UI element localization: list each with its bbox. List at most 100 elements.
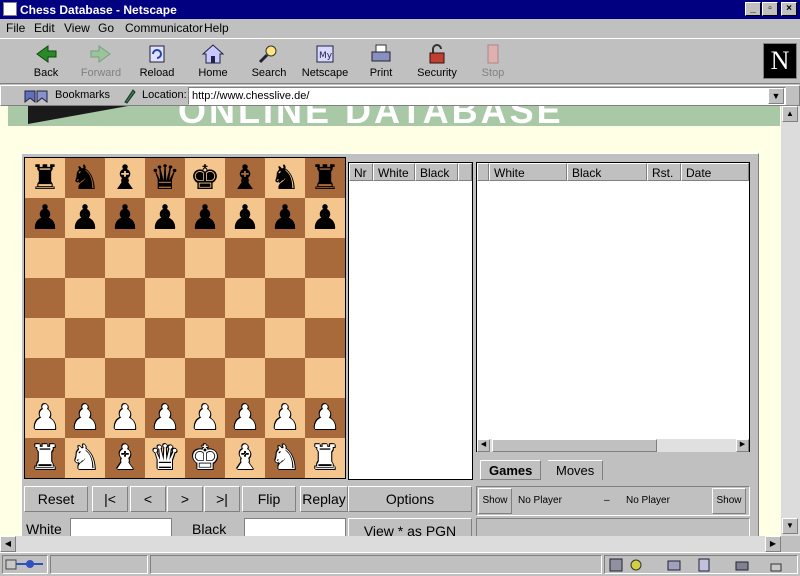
chess-board[interactable]: ♜ ♞ ♝ ♛ ♚ ♝ ♞ ♜ ♟ ♟ ♟ ♟ ♟ ♟ ♟ ♟ ♟ ♟ ♟ ♟ ♟ ♟ ♟ ♟ ♜ ♞ ♝ ♛ ♚ ♝ ♞ ♜ (24, 157, 346, 479)
menu-go[interactable]: Go (98, 21, 114, 35)
connection-status[interactable] (2, 555, 48, 574)
board-square[interactable] (25, 238, 65, 278)
board-square[interactable]: ♝ (225, 438, 265, 478)
scroll-up-button[interactable]: ▲ (782, 106, 798, 122)
replay-button[interactable]: Replay (300, 486, 348, 512)
reset-button[interactable]: Reset (24, 486, 88, 512)
white-player-field[interactable] (70, 518, 172, 536)
chess-piece[interactable]: ♛ (145, 438, 185, 478)
chess-piece[interactable]: ♟ (25, 398, 65, 438)
search-button[interactable]: Search (243, 41, 295, 83)
board-square[interactable] (65, 278, 105, 318)
bookmarks-icon[interactable] (23, 88, 49, 107)
board-square[interactable] (225, 278, 265, 318)
menu-edit[interactable]: Edit (34, 21, 55, 35)
home-button[interactable]: Home (187, 41, 239, 83)
page-horizontal-scrollbar[interactable]: ◀ ▶ (0, 536, 781, 552)
board-square[interactable] (185, 238, 225, 278)
maximize-button[interactable]: ▫ (762, 2, 778, 16)
menu-communicator[interactable]: Communicator (125, 21, 203, 35)
board-square[interactable] (265, 358, 305, 398)
reload-button[interactable]: Reload (131, 41, 183, 83)
print-button[interactable]: Print (355, 41, 407, 83)
board-square[interactable] (145, 238, 185, 278)
board-square[interactable]: ♟ (225, 198, 265, 238)
bookmarks-label[interactable]: Bookmarks (55, 89, 110, 101)
board-square[interactable]: ♜ (25, 158, 65, 198)
scroll-left-button[interactable]: ◀ (477, 439, 490, 452)
column-header-black[interactable]: Black (567, 163, 647, 181)
chess-piece[interactable]: ♝ (225, 158, 265, 198)
board-square[interactable]: ♝ (225, 158, 265, 198)
board-square[interactable]: ♛ (145, 438, 185, 478)
board-square[interactable] (105, 278, 145, 318)
column-header-result[interactable]: Rst. (647, 163, 681, 181)
board-square[interactable]: ♟ (225, 398, 265, 438)
board-square[interactable]: ♞ (65, 438, 105, 478)
chess-piece[interactable]: ♝ (225, 438, 265, 478)
board-square[interactable] (225, 318, 265, 358)
url-dropdown-button[interactable]: ▼ (768, 88, 784, 104)
board-square[interactable] (305, 278, 345, 318)
menu-view[interactable]: View (64, 21, 90, 35)
board-square[interactable] (185, 278, 225, 318)
newsgroups-icon[interactable] (667, 558, 681, 575)
board-square[interactable]: ♛ (145, 158, 185, 198)
board-square[interactable]: ♚ (185, 438, 225, 478)
chess-piece[interactable]: ♟ (145, 198, 185, 238)
board-square[interactable] (105, 238, 145, 278)
chess-piece[interactable]: ♟ (145, 398, 185, 438)
tab-games[interactable]: Games (480, 460, 542, 480)
netscape-button[interactable]: My Netscape (299, 41, 351, 83)
column-header-white[interactable]: White (489, 163, 567, 181)
scroll-left-button[interactable]: ◀ (0, 536, 16, 552)
page-vertical-scrollbar[interactable]: ▲ ▼ (781, 106, 800, 536)
board-square[interactable] (265, 278, 305, 318)
board-square[interactable]: ♟ (25, 398, 65, 438)
board-square[interactable]: ♟ (25, 198, 65, 238)
board-square[interactable]: ♟ (265, 198, 305, 238)
players-list[interactable]: Nr White Black (348, 162, 473, 480)
board-square[interactable] (305, 238, 345, 278)
last-move-button[interactable]: >| (204, 486, 240, 512)
chess-piece[interactable]: ♟ (225, 198, 265, 238)
board-square[interactable] (225, 358, 265, 398)
chess-piece[interactable]: ♞ (65, 158, 105, 198)
show-black-button[interactable]: Show (712, 488, 746, 514)
scroll-right-button[interactable]: ▶ (765, 536, 781, 552)
chess-piece[interactable]: ♟ (185, 198, 225, 238)
games-list-hscrollbar[interactable]: ◀ ▶ (477, 439, 749, 452)
chess-piece[interactable]: ♜ (25, 158, 65, 198)
minimize-button[interactable]: _ (745, 2, 761, 16)
chess-piece[interactable]: ♞ (265, 438, 305, 478)
address-book-icon[interactable] (697, 558, 711, 575)
board-square[interactable]: ♟ (305, 398, 345, 438)
board-square[interactable] (145, 318, 185, 358)
board-square[interactable]: ♚ (185, 158, 225, 198)
chess-piece[interactable]: ♚ (185, 438, 225, 478)
board-square[interactable]: ♜ (25, 438, 65, 478)
games-list[interactable]: White Black Rst. Date ◀ ▶ (476, 162, 750, 452)
chess-piece[interactable]: ♞ (265, 158, 305, 198)
board-square[interactable]: ♞ (265, 158, 305, 198)
menu-file[interactable]: File (6, 21, 25, 35)
board-square[interactable]: ♟ (265, 398, 305, 438)
board-square[interactable] (65, 358, 105, 398)
flip-board-button[interactable]: Flip (242, 486, 296, 512)
board-square[interactable] (185, 358, 225, 398)
board-square[interactable] (25, 358, 65, 398)
chess-piece[interactable]: ♟ (265, 398, 305, 438)
mail-icon[interactable] (629, 558, 643, 575)
chess-piece[interactable]: ♛ (145, 158, 185, 198)
close-button[interactable]: × (781, 2, 797, 16)
board-square[interactable] (225, 238, 265, 278)
netscape-logo[interactable]: N (763, 43, 797, 79)
stop-button[interactable]: Stop (467, 41, 519, 83)
security-button[interactable]: Security (411, 41, 463, 83)
column-header-date[interactable]: Date (681, 163, 749, 181)
tab-moves[interactable]: Moves (548, 460, 604, 480)
chess-piece[interactable]: ♟ (25, 198, 65, 238)
scroll-thumb[interactable] (492, 439, 657, 452)
page-proxy-icon[interactable] (121, 88, 137, 107)
board-square[interactable]: ♞ (265, 438, 305, 478)
